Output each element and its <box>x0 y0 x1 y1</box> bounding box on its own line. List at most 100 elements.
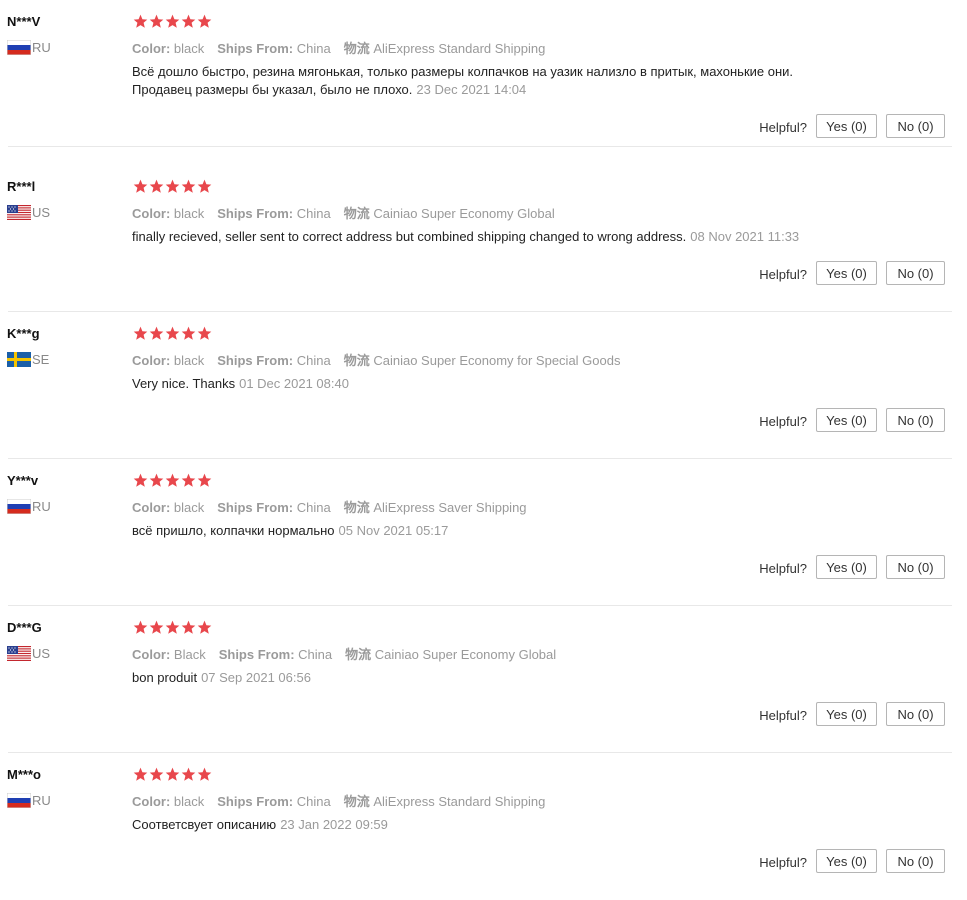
helpful-no-button[interactable]: No (0) <box>886 114 945 138</box>
reviewer-name: D***G <box>7 620 42 635</box>
star-icon <box>133 14 148 28</box>
helpful-yes-button[interactable]: Yes (0) <box>816 408 877 432</box>
helpful-yes-button[interactable]: Yes (0) <box>816 849 877 873</box>
star-icon <box>149 326 164 340</box>
helpful-yes-button[interactable]: Yes (0) <box>816 114 877 138</box>
reviewer-name: M***o <box>7 767 41 782</box>
se-flag-icon <box>7 352 31 367</box>
helpful-yes-button[interactable]: Yes (0) <box>816 261 877 285</box>
star-icon <box>197 620 212 634</box>
color-label: Color: <box>132 500 171 515</box>
color-value: black <box>173 41 205 56</box>
review-text-line: Продавец размеры бы указал, было не плох… <box>132 82 413 97</box>
helpful-yes-button[interactable]: Yes (0) <box>816 555 877 579</box>
star-icon <box>197 326 212 340</box>
review-text: всё пришло, колпачки нормально 05 Nov 202… <box>132 522 852 540</box>
helpful-no-button[interactable]: No (0) <box>886 702 945 726</box>
review-text: finally recieved, seller sent to correct… <box>132 228 852 246</box>
star-rating <box>133 767 212 782</box>
color-value: Black <box>173 647 206 662</box>
star-icon <box>181 14 196 28</box>
star-icon <box>197 767 212 781</box>
review-date: 07 Sep 2021 06:56 <box>201 670 311 685</box>
shipping-method: AliExpress Saver Shipping <box>373 500 527 515</box>
helpful-label: Helpful? <box>759 267 807 282</box>
helpful-label: Helpful? <box>759 855 807 870</box>
ru-flag-icon <box>7 793 31 808</box>
helpful-no-button[interactable]: No (0) <box>886 555 945 579</box>
reviewer-country: SE <box>7 352 49 367</box>
helpful-no-button[interactable]: No (0) <box>886 261 945 285</box>
order-info: Color: Black Ships From: China 物流 Cainiao … <box>132 644 556 663</box>
reviewer-country: US <box>7 205 50 220</box>
helpful-label: Helpful? <box>759 708 807 723</box>
review-item: N***V RU Color: black Ships From: China 物流 A… <box>0 0 952 147</box>
review-text: Very nice. Thanks 01 Dec 2021 08:40 <box>132 375 852 393</box>
star-rating <box>133 14 212 29</box>
country-code: US <box>32 646 51 661</box>
helpful-controls: Helpful? Yes (0) No (0) <box>759 408 945 432</box>
star-icon <box>149 767 164 781</box>
helpful-label: Helpful? <box>759 561 807 576</box>
order-info: Color: black Ships From: China 物流 AliExpre… <box>132 791 545 810</box>
review-text-line: Всё дошло быстро, резина мягонькая, толь… <box>132 64 794 79</box>
helpful-yes-button[interactable]: Yes (0) <box>816 702 877 726</box>
star-icon <box>197 473 212 487</box>
us-flag-icon <box>7 646 31 661</box>
country-code: RU <box>32 40 51 55</box>
ships-from-label: Ships From: <box>217 41 294 56</box>
reviewer-country: US <box>7 646 50 661</box>
reviewer-name: K***g <box>7 326 40 341</box>
review-item: K***g SE Color: black Ships From: China 物流 C… <box>0 312 952 459</box>
ships-from-value: China <box>296 353 331 368</box>
order-info: Color: black Ships From: China 物流 AliExpre… <box>132 497 527 516</box>
country-code: US <box>32 205 51 220</box>
shipping-method: Cainiao Super Economy for Special Goods <box>373 353 621 368</box>
order-info: Color: black Ships From: China 物流 Cainiao … <box>132 350 620 369</box>
reviewer-name: N***V <box>7 14 41 29</box>
review-item: M***o RU Color: black Ships From: China 物流 A… <box>0 753 952 900</box>
helpful-label: Helpful? <box>759 414 807 429</box>
country-code: SE <box>32 352 50 367</box>
logistics-label: 物流 <box>343 794 370 809</box>
star-icon <box>197 14 212 28</box>
star-icon <box>149 620 164 634</box>
helpful-controls: Helpful? Yes (0) No (0) <box>759 702 945 726</box>
helpful-no-button[interactable]: No (0) <box>886 849 945 873</box>
color-label: Color: <box>132 353 171 368</box>
star-icon <box>181 179 196 193</box>
ships-from-label: Ships From: <box>217 794 294 809</box>
ships-from-label: Ships From: <box>218 647 295 662</box>
color-value: black <box>173 353 205 368</box>
star-icon <box>165 767 180 781</box>
star-rating <box>133 326 212 341</box>
order-info: Color: black Ships From: China 物流 AliExpre… <box>132 38 545 57</box>
order-info: Color: black Ships From: China 物流 Cainiao … <box>132 203 555 222</box>
helpful-controls: Helpful? Yes (0) No (0) <box>759 114 945 138</box>
helpful-controls: Helpful? Yes (0) No (0) <box>759 555 945 579</box>
star-icon <box>149 179 164 193</box>
star-rating <box>133 473 212 488</box>
ships-from-value: China <box>296 41 331 56</box>
reviewer-country: RU <box>7 40 51 55</box>
color-label: Color: <box>132 647 171 662</box>
helpful-controls: Helpful? Yes (0) No (0) <box>759 261 945 285</box>
color-label: Color: <box>132 794 171 809</box>
shipping-method: AliExpress Standard Shipping <box>373 41 546 56</box>
helpful-no-button[interactable]: No (0) <box>886 408 945 432</box>
star-icon <box>133 326 148 340</box>
ru-flag-icon <box>7 499 31 514</box>
star-icon <box>133 767 148 781</box>
reviewer-country: RU <box>7 793 51 808</box>
country-code: RU <box>32 793 51 808</box>
star-icon <box>197 179 212 193</box>
star-icon <box>165 14 180 28</box>
ships-from-value: China <box>296 794 331 809</box>
review-date: 08 Nov 2021 11:33 <box>690 229 800 244</box>
star-icon <box>165 326 180 340</box>
review-text-line: Соответсвует описанию <box>132 817 277 832</box>
review-divider <box>8 146 952 147</box>
review-date: 23 Jan 2022 09:59 <box>280 817 388 832</box>
star-icon <box>181 473 196 487</box>
review-date: 23 Dec 2021 14:04 <box>416 82 527 97</box>
